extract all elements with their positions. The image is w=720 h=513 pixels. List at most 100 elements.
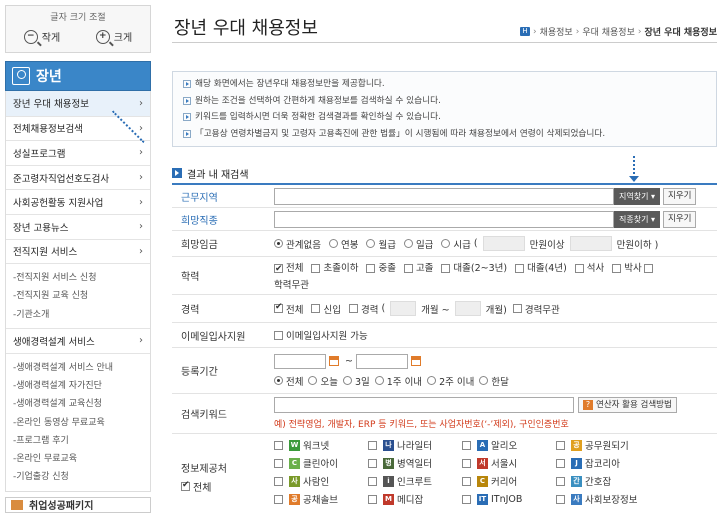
label-source-wrap: 정보제공처 전체 xyxy=(172,434,268,513)
source-label: 사회보장정보 xyxy=(585,495,638,506)
source-option[interactable]: M 메디잡 xyxy=(368,492,462,506)
sub-item[interactable]: -기업출강 신청 xyxy=(13,468,150,486)
edu-option[interactable]: 석사 xyxy=(574,261,604,276)
search-help-button[interactable]: ? 연산자 활용 검색방법 xyxy=(578,397,677,413)
period-option[interactable]: 3일 xyxy=(342,374,370,388)
source-option[interactable]: 사 사람인 xyxy=(274,474,368,488)
career-from-input[interactable] xyxy=(390,301,417,316)
source-option[interactable]: 사 사회보장정보 xyxy=(556,492,656,506)
calendar-icon[interactable] xyxy=(329,356,339,366)
source-option[interactable]: 간 간호잡 xyxy=(556,474,656,488)
edu-option[interactable]: 고졸 xyxy=(403,261,433,276)
keyword-input[interactable] xyxy=(274,397,574,413)
sub-item[interactable]: -전직지원 교육 신청 xyxy=(13,287,150,305)
source-option[interactable]: 병 병역일터 xyxy=(368,456,462,470)
source-option[interactable]: i 인크루트 xyxy=(368,474,462,488)
sidebar-item-preference-test[interactable]: 준고령자직업선호도검사 › xyxy=(6,164,150,190)
source-label: 워크넷 xyxy=(303,441,330,452)
sub-item[interactable]: -생애경력설계 교육신청 xyxy=(13,395,150,413)
banner-label: 취업성공패키지 xyxy=(29,501,94,513)
source-logo-icon: i xyxy=(383,475,394,487)
source-option[interactable]: 나 나라일터 xyxy=(368,438,462,452)
career-all-option[interactable]: 전체 xyxy=(274,302,303,316)
breadcrumb-item[interactable]: 채용정보 xyxy=(540,25,573,38)
edu-option[interactable]: 전체 xyxy=(274,261,303,277)
edu-option[interactable]: 초졸이하 xyxy=(311,261,358,276)
job-clear-button[interactable]: 지우기 xyxy=(663,210,697,228)
wage-option[interactable]: 연봉 xyxy=(328,237,358,251)
breadcrumb-separator: › xyxy=(575,26,580,37)
job-input[interactable] xyxy=(274,210,614,228)
chevron-right-icon: › xyxy=(139,221,143,233)
calendar-icon[interactable] xyxy=(410,356,421,366)
edu-option[interactable]: 박사 xyxy=(612,261,642,276)
source-option[interactable]: C 커리어 xyxy=(462,474,556,488)
source-option[interactable]: C 클린아이 xyxy=(274,456,368,470)
source-option[interactable]: IT ITnJOB xyxy=(462,492,556,506)
source-all-option[interactable]: 전체 xyxy=(181,479,211,494)
period-start-input[interactable] xyxy=(274,353,326,369)
sub-item[interactable]: -온라인 무료교육 xyxy=(13,450,150,468)
checkbox xyxy=(515,264,525,273)
wage-option[interactable]: 관계없음 xyxy=(274,237,321,251)
row-period: 등록기간 ~ 전체 오늘 3일 1주 이내 2주 이내 한달 xyxy=(172,348,717,394)
wage-option[interactable]: 월급 xyxy=(366,237,396,251)
sidebar-item-program[interactable]: 성실프로그램 › xyxy=(6,140,150,165)
sidebar-item-social-contribution[interactable]: 사회공헌활동 지원사업 › xyxy=(6,189,150,214)
sidebar-item-transition-service[interactable]: 전직지원 서비스 › xyxy=(6,238,150,264)
source-logo-icon: 간 xyxy=(571,475,582,487)
source-option[interactable]: W 워크넷 xyxy=(274,438,368,452)
sidebar-item-senior-jobs[interactable]: 장년 우대 채용정보 › xyxy=(6,91,150,116)
employment-package-banner[interactable]: 취업성공패키지 xyxy=(5,496,151,513)
period-option[interactable]: 2주 이내 xyxy=(427,374,474,388)
sub-item[interactable]: -생애경력설계 서비스 안내 xyxy=(13,359,150,377)
breadcrumb-item[interactable]: 우대 채용정보 xyxy=(582,25,635,38)
edu-option[interactable]: 대졸(2~3년) xyxy=(441,261,507,276)
opt-label: 대졸(2~3년) xyxy=(453,263,508,274)
edu-option-wrap-label[interactable]: 학력무관 xyxy=(274,278,717,293)
job-search-button[interactable]: 직종찾기 ▾ xyxy=(614,210,661,228)
source-option[interactable]: 공 공채솔브 xyxy=(274,492,368,506)
wage-min-input[interactable] xyxy=(482,236,525,251)
career-to-input[interactable] xyxy=(454,301,481,316)
region-input[interactable] xyxy=(274,187,614,205)
period-end-input[interactable] xyxy=(355,353,408,369)
font-smaller-button[interactable]: − 작게 xyxy=(23,29,60,44)
period-option[interactable]: 1주 이내 xyxy=(374,374,422,388)
career-none-option[interactable]: 경력무관 xyxy=(512,302,560,316)
region-clear-button[interactable]: 지우기 xyxy=(663,187,697,205)
row-source: 정보제공처 전체 W워크넷나나라일터A알리오공공무원되기 C클린아이병병역일터서서… xyxy=(172,434,717,513)
edu-option[interactable]: 대졸(4년) xyxy=(515,261,567,276)
sub-item[interactable]: -기관소개 xyxy=(13,306,150,324)
source-option[interactable]: 서 서울시 xyxy=(462,456,556,470)
career-new-option[interactable]: 신입 xyxy=(311,302,341,316)
sidebar-item-label: 장년 우대 채용정보 xyxy=(13,99,89,111)
email-option[interactable]: 이메일입사지원 가능 xyxy=(274,328,368,342)
sidebar-item-news[interactable]: 장년 고용뉴스 › xyxy=(6,213,150,239)
wage-option[interactable]: 시급 xyxy=(441,237,471,251)
source-logo-icon: 병 xyxy=(383,457,394,469)
period-option[interactable]: 한달 xyxy=(479,374,509,388)
wage-option[interactable]: 일급 xyxy=(403,237,433,251)
sidebar-item-career-design[interactable]: 생애경력설계 서비스 › xyxy=(6,328,150,353)
career-exp-option[interactable]: 경력 xyxy=(348,302,378,316)
opt-label: 월급 xyxy=(378,239,396,251)
home-icon[interactable]: H xyxy=(519,27,530,36)
source-option[interactable]: 공 공무원되기 xyxy=(556,438,656,452)
period-option[interactable]: 오늘 xyxy=(308,374,338,388)
checkbox xyxy=(368,458,377,468)
source-option[interactable]: A 알리오 xyxy=(462,438,556,452)
wage-max-input[interactable] xyxy=(569,236,612,251)
sub-item[interactable]: -프로그램 후기 xyxy=(13,432,150,450)
font-larger-button[interactable]: + 크게 xyxy=(95,29,132,44)
edu-option[interactable]: 중졸 xyxy=(366,261,396,276)
checkbox xyxy=(403,264,413,273)
sub-item[interactable]: -온라인 동영상 무료교육 xyxy=(13,414,150,432)
region-search-button[interactable]: 지역찾기 ▾ xyxy=(614,187,661,205)
source-option[interactable]: J 잡코리아 xyxy=(556,456,656,470)
opt-label: 이메일입사지원 가능 xyxy=(286,331,368,342)
period-option[interactable]: 전체 xyxy=(274,374,303,388)
checkbox[interactable] xyxy=(643,264,653,273)
sub-item[interactable]: -전직지원 서비스 신청 xyxy=(13,269,150,287)
sub-item[interactable]: -생애경력설계 자가진단 xyxy=(13,377,150,395)
